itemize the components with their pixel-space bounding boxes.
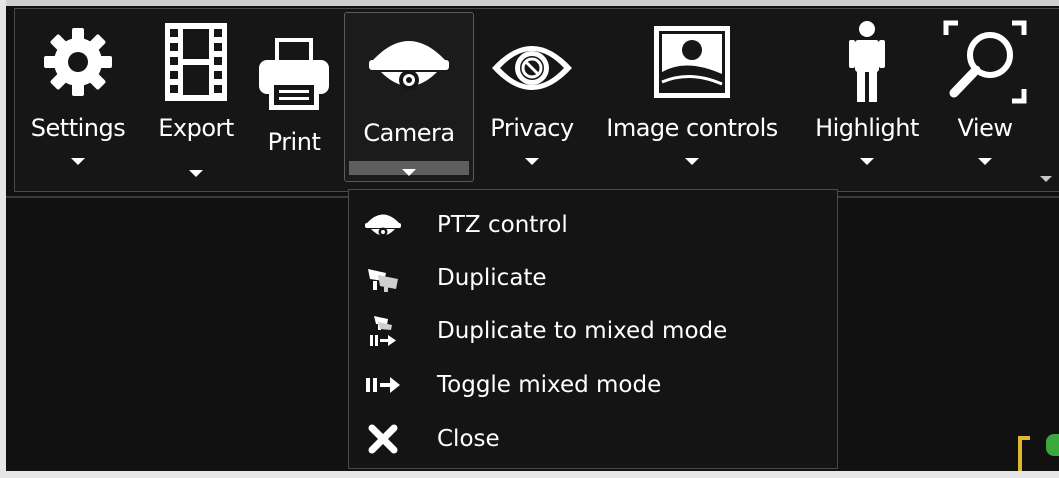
chevron-down-icon bbox=[525, 158, 539, 165]
person-icon bbox=[806, 21, 928, 102]
magnifier-icon bbox=[940, 20, 1030, 104]
app-window: Settings Export Print Camera Privacy Ima… bbox=[0, 0, 1059, 478]
menu-item-label: Duplicate to mixed mode bbox=[437, 318, 728, 344]
camera-dropdown-menu: PTZ control Duplicate Duplicate to mixed… bbox=[348, 189, 838, 469]
toolbar-highlight-button[interactable]: Highlight bbox=[806, 12, 928, 182]
chevron-down-icon bbox=[860, 158, 874, 165]
menu-item-duplicate[interactable]: Duplicate bbox=[349, 253, 837, 303]
toolbar-image-controls-button[interactable]: Image controls bbox=[592, 12, 792, 182]
menu-item-label: Duplicate bbox=[437, 265, 547, 291]
toolbar-export-label: Export bbox=[158, 114, 234, 142]
chevron-down-icon bbox=[685, 158, 699, 165]
toolbar-image-controls-label: Image controls bbox=[606, 114, 778, 142]
toolbar-view-label: View bbox=[957, 114, 1013, 142]
chevron-down-icon bbox=[402, 169, 416, 176]
toolbar-print-button[interactable]: Print bbox=[252, 12, 336, 182]
toolbar-privacy-button[interactable]: Privacy bbox=[482, 12, 582, 182]
menu-item-close[interactable]: Close bbox=[349, 414, 837, 464]
close-x-icon bbox=[363, 422, 403, 456]
duplicate-camera-icon bbox=[363, 261, 403, 295]
printer-icon bbox=[252, 34, 336, 114]
menu-item-toggle-mixed-mode[interactable]: Toggle mixed mode bbox=[349, 360, 837, 410]
toolbar-print-label: Print bbox=[267, 128, 321, 156]
dome-camera-icon bbox=[363, 208, 403, 242]
toolbar-privacy-label: Privacy bbox=[490, 114, 574, 142]
toolbar-camera-label: Camera bbox=[363, 119, 455, 147]
menu-item-label: Close bbox=[437, 426, 500, 452]
toolbar-export-button[interactable]: Export bbox=[146, 12, 246, 182]
status-indicator-icon bbox=[1046, 434, 1059, 456]
chevron-down-icon bbox=[71, 158, 85, 165]
window-bottom-edge bbox=[0, 471, 1059, 478]
duplicate-mixed-mode-icon bbox=[363, 314, 403, 348]
menu-item-label: PTZ control bbox=[437, 212, 568, 238]
dome-camera-icon bbox=[345, 23, 473, 103]
image-landscape-icon bbox=[592, 22, 792, 102]
menu-item-duplicate-to-mixed-mode[interactable]: Duplicate to mixed mode bbox=[349, 306, 837, 356]
gear-icon bbox=[20, 22, 136, 102]
toolbar-overflow-chevron-icon[interactable] bbox=[1040, 176, 1052, 182]
toolbar-settings-button[interactable]: Settings bbox=[20, 12, 136, 182]
view-frame-bracket bbox=[1018, 436, 1030, 471]
window-left-edge bbox=[0, 0, 6, 478]
film-strip-icon bbox=[146, 22, 246, 102]
window-top-edge bbox=[0, 0, 1059, 6]
toolbar-camera-button[interactable]: Camera bbox=[344, 12, 474, 182]
privacy-eye-icon bbox=[482, 28, 582, 108]
menu-item-ptz-control[interactable]: PTZ control bbox=[349, 200, 837, 250]
chevron-down-icon bbox=[189, 170, 203, 177]
menu-item-label: Toggle mixed mode bbox=[437, 372, 662, 398]
toolbar-settings-label: Settings bbox=[30, 114, 126, 142]
toolbar-highlight-label: Highlight bbox=[815, 114, 919, 142]
toolbar-view-button[interactable]: View bbox=[940, 12, 1030, 182]
mixed-mode-arrow-icon bbox=[363, 368, 403, 402]
chevron-down-icon bbox=[978, 158, 992, 165]
